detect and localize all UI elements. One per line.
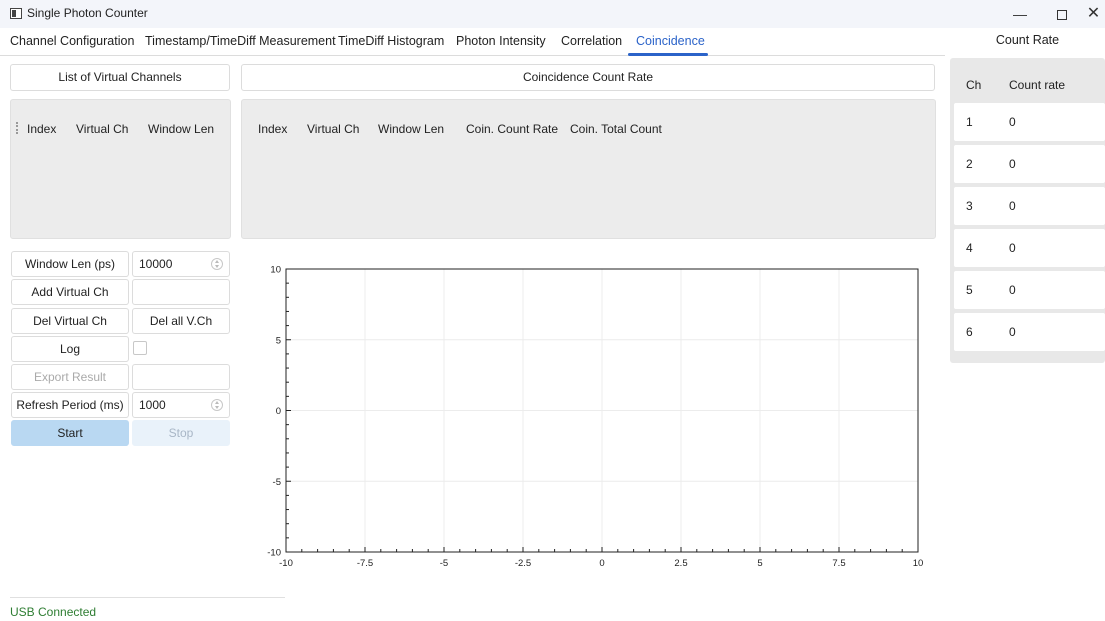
x-tick-label: 2.5 (674, 558, 687, 569)
column-index[interactable]: Index (258, 122, 287, 136)
y-tick-label: 0 (276, 406, 281, 417)
y-tick-label: 5 (276, 335, 281, 346)
close-button[interactable]: ✕ (1082, 0, 1105, 28)
log-label: Log (11, 336, 129, 362)
table-row[interactable]: 6 0 (954, 313, 1105, 351)
table-row[interactable]: 3 0 (954, 187, 1105, 225)
rate-cell: 0 (1009, 115, 1016, 129)
coincidence-plot[interactable]: -10 -7.5 -5 -2.5 0 2.5 5 7.5 10 10 5 0 -5 -10 (250, 258, 930, 578)
window-len-value: 10000 (139, 257, 173, 271)
ch-cell: 2 (966, 157, 973, 171)
x-tick-label: 0 (599, 558, 604, 569)
x-tick-label: -5 (440, 558, 448, 569)
window-len-label: Window Len (ps) (11, 251, 129, 277)
column-virtual-ch[interactable]: Virtual Ch (76, 122, 128, 136)
spinner-icon[interactable] (211, 258, 223, 270)
coincidence-count-rate-header: Coincidence Count Rate (241, 64, 935, 91)
stop-button[interactable]: Stop (132, 420, 230, 446)
del-virtual-ch-button[interactable]: Del Virtual Ch (11, 308, 129, 334)
count-rate-title: Count Rate (995, 33, 1060, 47)
y-tick-label: 10 (270, 265, 281, 276)
start-button[interactable]: Start (11, 420, 129, 446)
rate-cell: 0 (1009, 325, 1016, 339)
x-tick-label: -2.5 (515, 558, 531, 569)
plot-svg[interactable]: -10 -7.5 -5 -2.5 0 2.5 5 7.5 10 10 5 0 -5 -10 (250, 258, 930, 578)
column-virtual-ch[interactable]: Virtual Ch (307, 122, 359, 136)
y-tick-label: -10 (267, 548, 281, 559)
list-of-virtual-channels-header: List of Virtual Channels (10, 64, 230, 91)
drag-handle-icon[interactable] (16, 122, 18, 134)
column-coin-count-rate[interactable]: Coin. Count Rate (466, 122, 558, 136)
minimize-button[interactable]: — (1000, 0, 1040, 28)
virtual-channels-table[interactable]: Index Virtual Ch Window Len (10, 99, 231, 239)
tab-coincidence[interactable]: Coincidence (636, 34, 705, 48)
ch-cell: 5 (966, 283, 973, 297)
tab-correlation[interactable]: Correlation (561, 34, 622, 48)
table-row[interactable]: 1 0 (954, 103, 1105, 141)
window-len-input[interactable]: 10000 (132, 251, 230, 277)
add-virtual-ch-field[interactable] (132, 279, 230, 305)
column-window-len[interactable]: Window Len (148, 122, 214, 136)
ch-cell: 3 (966, 199, 973, 213)
x-tick-label: -10 (279, 558, 293, 569)
column-ch[interactable]: Ch (966, 78, 981, 92)
window-title: Single Photon Counter (27, 6, 148, 20)
spinner-icon[interactable] (211, 399, 223, 411)
tab-channel-configuration[interactable]: Channel Configuration (10, 34, 134, 48)
column-index[interactable]: Index (27, 122, 56, 136)
column-count-rate[interactable]: Count rate (1009, 78, 1065, 92)
column-window-len[interactable]: Window Len (378, 122, 444, 136)
rate-cell: 0 (1009, 157, 1016, 171)
refresh-period-label: Refresh Period (ms) (11, 392, 129, 418)
refresh-period-input[interactable]: 1000 (132, 392, 230, 418)
x-tick-label: 5 (757, 558, 762, 569)
ch-cell: 6 (966, 325, 973, 339)
app-icon (10, 8, 22, 19)
refresh-period-value: 1000 (139, 398, 166, 412)
add-virtual-ch-button[interactable]: Add Virtual Ch (11, 279, 129, 305)
rate-cell: 0 (1009, 283, 1016, 297)
ch-cell: 4 (966, 241, 973, 255)
usb-status: USB Connected (10, 605, 97, 619)
rate-cell: 0 (1009, 241, 1016, 255)
log-checkbox[interactable] (133, 341, 147, 355)
tab-photon-intensity[interactable]: Photon Intensity (456, 34, 546, 48)
tab-timediff-histogram[interactable]: TimeDiff Histogram (338, 34, 444, 48)
del-all-vch-button[interactable]: Del all V.Ch (132, 308, 230, 334)
table-row[interactable]: 2 0 (954, 145, 1105, 183)
table-row[interactable]: 5 0 (954, 271, 1105, 309)
table-row[interactable]: 4 0 (954, 229, 1105, 267)
rate-cell: 0 (1009, 199, 1016, 213)
active-tab-indicator (628, 53, 708, 56)
status-divider (10, 597, 285, 598)
maximize-button[interactable] (1042, 0, 1082, 28)
tab-bar: Channel Configuration Timestamp/TimeDiff… (0, 30, 945, 56)
column-coin-total-count[interactable]: Coin. Total Count (570, 122, 662, 136)
count-rate-table[interactable]: Ch Count rate 1 0 2 0 3 0 4 0 5 0 6 0 (950, 58, 1105, 363)
export-path-field[interactable] (132, 364, 230, 390)
x-tick-label: 7.5 (832, 558, 845, 569)
export-result-button[interactable]: Export Result (11, 364, 129, 390)
tab-timestamp-timediff[interactable]: Timestamp/TimeDiff Measurement (145, 34, 336, 48)
ch-cell: 1 (966, 115, 973, 129)
title-bar: Single Photon Counter — ✕ (0, 0, 1105, 28)
x-tick-label: -7.5 (357, 558, 373, 569)
y-tick-label: -5 (273, 477, 281, 488)
x-tick-label: 10 (913, 558, 924, 569)
maximize-icon (1057, 10, 1067, 21)
coincidence-table[interactable]: Index Virtual Ch Window Len Coin. Count … (241, 99, 936, 239)
